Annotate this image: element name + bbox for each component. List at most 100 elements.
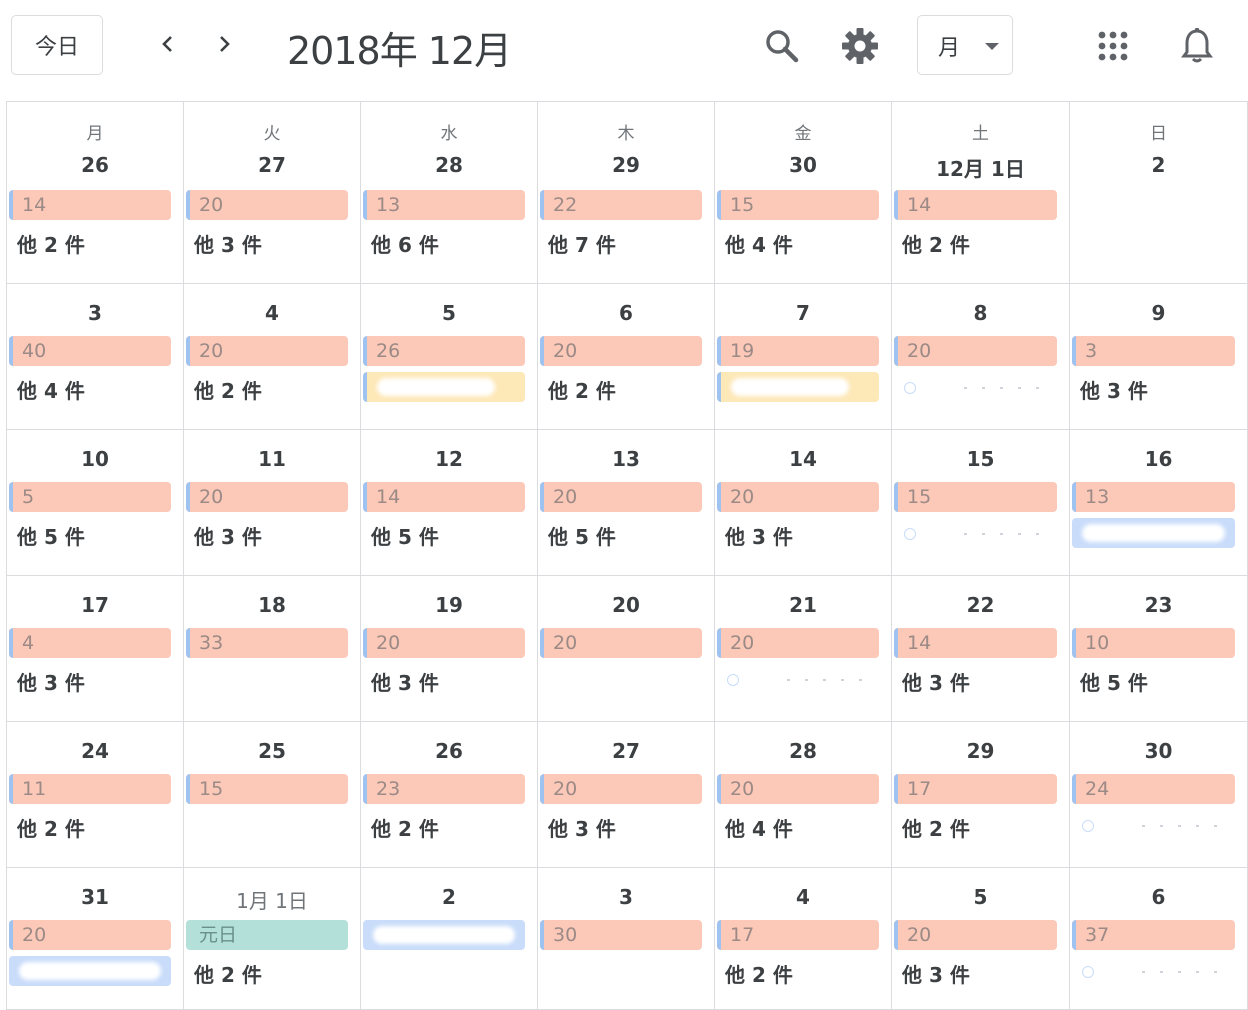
event-chip[interactable]: 20	[717, 482, 879, 512]
day-cell[interactable]: 13 20 他 5 件	[538, 430, 715, 576]
day-cell[interactable]: 4 17 他 2 件	[715, 868, 892, 1010]
event-chip[interactable]	[9, 956, 171, 986]
event-chip[interactable]: 33	[186, 628, 348, 658]
day-cell[interactable]: 28 20 他 4 件	[715, 722, 892, 868]
date-number[interactable]: 2	[1070, 153, 1247, 177]
more-events-link[interactable]: 他 2 件	[548, 375, 616, 404]
date-number[interactable]: 22	[892, 593, 1069, 617]
date-number[interactable]: 3	[538, 885, 714, 909]
more-events-link[interactable]: 他 5 件	[371, 521, 439, 550]
more-events-link[interactable]: 他 7 件	[548, 229, 616, 258]
event-chip[interactable]: 20	[186, 482, 348, 512]
date-number[interactable]: 31	[7, 885, 183, 909]
day-cell[interactable]: 木 29 22 他 7 件	[538, 102, 715, 284]
date-number[interactable]: 21	[715, 593, 891, 617]
event-chip[interactable]: 20	[894, 336, 1057, 366]
day-cell[interactable]: 27 20 他 3 件	[538, 722, 715, 868]
event-chip[interactable]: 11	[9, 774, 171, 804]
more-events-link[interactable]: 他 3 件	[902, 959, 970, 988]
day-cell[interactable]: 30 24	[1070, 722, 1248, 868]
date-number[interactable]: 16	[1070, 447, 1247, 471]
day-cell[interactable]: 8 20	[892, 284, 1070, 430]
event-chip[interactable]: 5	[9, 482, 171, 512]
more-events-link[interactable]: 他 4 件	[725, 229, 793, 258]
date-number[interactable]: 24	[7, 739, 183, 763]
event-chip[interactable]	[717, 372, 879, 402]
event-chip[interactable]: 20	[540, 336, 702, 366]
event-chip[interactable]	[363, 372, 525, 402]
date-number[interactable]: 7	[715, 301, 891, 325]
event-chip[interactable]: 15	[186, 774, 348, 804]
date-number[interactable]: 12月 1日	[892, 153, 1069, 182]
event-chip[interactable]: 10	[1072, 628, 1235, 658]
day-cell[interactable]: 15 15	[892, 430, 1070, 576]
day-cell[interactable]: 16 13	[1070, 430, 1248, 576]
day-cell[interactable]: 29 17 他 2 件	[892, 722, 1070, 868]
day-cell[interactable]: 25 15	[184, 722, 361, 868]
day-cell[interactable]: 日2	[1070, 102, 1248, 284]
day-cell[interactable]: 2	[361, 868, 538, 1010]
date-number[interactable]: 25	[184, 739, 360, 763]
date-number[interactable]: 10	[7, 447, 183, 471]
day-cell[interactable]: 1月 1日 元日他 2 件	[184, 868, 361, 1010]
more-events-link[interactable]: 他 3 件	[17, 667, 85, 696]
day-cell[interactable]: 23 10 他 5 件	[1070, 576, 1248, 722]
date-number[interactable]: 14	[715, 447, 891, 471]
day-cell[interactable]: 火 27 20 他 3 件	[184, 102, 361, 284]
more-events-link[interactable]: 他 3 件	[194, 521, 262, 550]
day-cell[interactable]: 31 20	[7, 868, 184, 1010]
date-number[interactable]: 4	[184, 301, 360, 325]
day-cell[interactable]: 21 20	[715, 576, 892, 722]
more-events-link[interactable]: 他 5 件	[548, 521, 616, 550]
more-events-link[interactable]: 他 4 件	[725, 813, 793, 842]
event-chip[interactable]: 13	[363, 190, 525, 220]
day-cell[interactable]: 20 20	[538, 576, 715, 722]
event-chip[interactable]: 30	[540, 920, 702, 950]
date-number[interactable]: 17	[7, 593, 183, 617]
more-events-link[interactable]: 他 2 件	[194, 959, 262, 988]
more-events-link[interactable]: 他 5 件	[1080, 667, 1148, 696]
date-number[interactable]: 18	[184, 593, 360, 617]
more-events-link[interactable]: 他 2 件	[194, 375, 262, 404]
day-cell[interactable]: 26 23 他 2 件	[361, 722, 538, 868]
today-button[interactable]: 今日	[11, 15, 103, 75]
event-chip[interactable]: 20	[363, 628, 525, 658]
event-chip[interactable]: 3	[1072, 336, 1235, 366]
day-cell[interactable]: 7 19	[715, 284, 892, 430]
date-number[interactable]: 8	[892, 301, 1069, 325]
event-chip[interactable]: 14	[9, 190, 171, 220]
hidden-event[interactable]	[727, 670, 883, 690]
event-chip[interactable]: 20	[186, 336, 348, 366]
event-chip[interactable]: 14	[894, 190, 1057, 220]
event-chip[interactable]: 15	[894, 482, 1057, 512]
event-chip[interactable]: 20	[540, 628, 702, 658]
date-number[interactable]: 20	[538, 593, 714, 617]
day-cell[interactable]: 5 20 他 3 件	[892, 868, 1070, 1010]
event-chip[interactable]: 13	[1072, 482, 1235, 512]
date-number[interactable]: 4	[715, 885, 891, 909]
day-cell[interactable]: 17 4 他 3 件	[7, 576, 184, 722]
more-events-link[interactable]: 他 4 件	[17, 375, 85, 404]
date-number[interactable]: 26	[7, 153, 183, 177]
date-number[interactable]: 5	[892, 885, 1069, 909]
apps-button[interactable]	[1091, 24, 1135, 68]
event-chip[interactable]: 15	[717, 190, 879, 220]
search-button[interactable]	[760, 24, 804, 68]
event-chip[interactable]: 14	[894, 628, 1057, 658]
day-cell[interactable]: 11 20 他 3 件	[184, 430, 361, 576]
date-number[interactable]: 3	[7, 301, 183, 325]
event-chip[interactable]: 17	[894, 774, 1057, 804]
more-events-link[interactable]: 他 2 件	[17, 813, 85, 842]
more-events-link[interactable]: 他 2 件	[371, 813, 439, 842]
event-chip[interactable]: 26	[363, 336, 525, 366]
day-cell[interactable]: 月 26 14 他 2 件	[7, 102, 184, 284]
day-cell[interactable]: 22 14 他 3 件	[892, 576, 1070, 722]
day-cell[interactable]: 6 20 他 2 件	[538, 284, 715, 430]
event-chip[interactable]: 23	[363, 774, 525, 804]
previous-month-button[interactable]	[148, 24, 188, 64]
holiday-event[interactable]: 元日	[186, 920, 348, 950]
event-chip[interactable]: 17	[717, 920, 879, 950]
event-chip[interactable]: 20	[9, 920, 171, 950]
view-selector[interactable]: 月	[917, 15, 1013, 75]
day-cell[interactable]: 9 3 他 3 件	[1070, 284, 1248, 430]
